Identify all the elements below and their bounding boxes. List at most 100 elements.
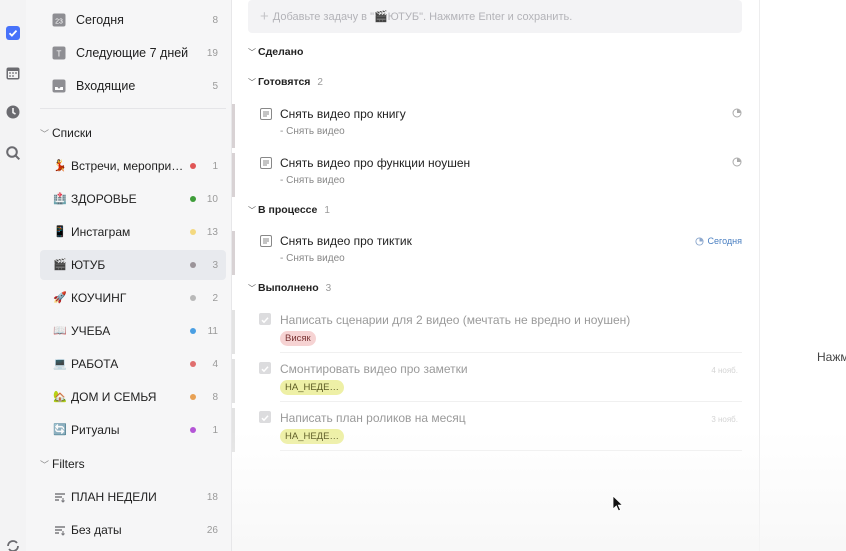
- section-completed-header[interactable]: ﹀ Выполнено 3: [248, 280, 331, 296]
- filters-header[interactable]: ﹀ Filters: [40, 454, 85, 474]
- sidebar-item-label: КОУЧИНГ: [71, 291, 127, 305]
- task-separator: [280, 450, 742, 451]
- filter-icon: [55, 526, 65, 536]
- task-item[interactable]: Смонтировать видео про заметки 4 нояб. Н…: [232, 359, 742, 403]
- sidebar-list-meetings[interactable]: 💃 Встречи, мероприят… 1: [40, 151, 226, 181]
- section-preparing-header[interactable]: ﹀ Готовятся 2: [248, 74, 323, 90]
- sidebar-item-inbox[interactable]: Входящие 5: [40, 71, 226, 101]
- sidebar-item-label: Без даты: [71, 523, 122, 537]
- svg-text:23: 23: [55, 19, 63, 26]
- progress-pie-icon: [732, 157, 742, 167]
- task-tag[interactable]: НА_НЕДЕ…: [280, 429, 344, 444]
- house-emoji-icon: 🏡: [53, 391, 67, 403]
- task-item[interactable]: Написать план роликов на месяц 3 нояб. Н…: [232, 408, 742, 452]
- section-label: Готовятся: [258, 76, 311, 88]
- icon-rail: [0, 0, 26, 551]
- sidebar-item-count: 19: [206, 47, 218, 59]
- sidebar-item-today[interactable]: 23 Сегодня 8: [40, 5, 226, 35]
- task-due-date[interactable]: Сегодня: [694, 236, 743, 246]
- sidebar-item-count: 1: [212, 424, 218, 436]
- task-tag[interactable]: Висяк: [280, 331, 316, 346]
- sidebar-item-next-7-days[interactable]: T Следующие 7 дней 19: [40, 38, 226, 68]
- hospital-emoji-icon: 🏥: [53, 193, 67, 205]
- section-done-header[interactable]: ﹀ Сделано: [248, 44, 303, 60]
- task-drag-handle[interactable]: [232, 408, 235, 452]
- checked-checkbox[interactable]: [259, 362, 271, 374]
- section-label: Сделано: [258, 46, 304, 58]
- svg-text:T: T: [57, 50, 62, 59]
- checked-checkbox[interactable]: [259, 313, 271, 325]
- lists-header[interactable]: ﹀ Списки: [40, 123, 92, 143]
- laptop-emoji-icon: 💻: [53, 358, 67, 370]
- sidebar-list-health[interactable]: 🏥 ЗДОРОВЬЕ 10: [40, 184, 226, 214]
- sidebar-item-count: 8: [212, 14, 218, 26]
- sidebar-item-label: ЗДОРОВЬЕ: [71, 192, 137, 206]
- sidebar-list-instagram[interactable]: 📱 Инстаграм 13: [40, 217, 226, 247]
- task-separator: [280, 352, 742, 353]
- task-title: Написать сценарии для 2 видео (мечтать н…: [280, 313, 631, 327]
- section-label: Выполнено: [258, 282, 319, 294]
- sidebar-filter-week-plan[interactable]: ПЛАН НЕДЕЛИ 18: [40, 482, 226, 512]
- section-label: В процессе: [258, 204, 318, 216]
- plus-icon: +: [260, 8, 269, 25]
- tasks-checkbox-icon[interactable]: [5, 25, 21, 41]
- calendar-day-icon: 23: [52, 13, 66, 27]
- sidebar-list-rituals[interactable]: 🔄 Ритуалы 1: [40, 415, 226, 445]
- sidebar-filter-no-date[interactable]: Без даты 26: [40, 515, 226, 545]
- due-label: Сегодня: [707, 236, 743, 246]
- sidebar-item-count: 26: [206, 524, 218, 536]
- chevron-down-icon: ﹀: [248, 47, 256, 57]
- task-item[interactable]: Написать сценарии для 2 видео (мечтать н…: [232, 310, 742, 354]
- task-parent: - Снять видео: [280, 253, 345, 264]
- sync-icon[interactable]: [5, 538, 21, 551]
- section-count: 2: [317, 76, 323, 88]
- repeat-emoji-icon: 🔄: [53, 424, 67, 436]
- task-item[interactable]: Снять видео про книгу - Снять видео: [232, 104, 742, 148]
- clapper-emoji-icon: 🎬: [53, 259, 67, 271]
- sidebar-item-count: 10: [206, 193, 218, 205]
- sidebar-item-count: 5: [212, 80, 218, 92]
- task-item[interactable]: Снять видео про тиктик - Снять видео Сег…: [232, 231, 743, 275]
- sidebar-list-youtube[interactable]: 🎬 ЮТУБ 3: [40, 250, 226, 280]
- progress-pie-icon: [694, 236, 704, 246]
- task-title: Снять видео про тиктик: [280, 234, 412, 248]
- task-list-pane: + Добавьте задачу в "🎬ЮТУБ". Нажмите Ent…: [232, 0, 760, 551]
- task-date: 4 нояб.: [711, 366, 738, 375]
- calendar-icon[interactable]: [5, 65, 21, 81]
- search-icon[interactable]: [5, 145, 21, 161]
- lists-header-label: Списки: [52, 126, 92, 140]
- sidebar-divider: [40, 108, 226, 109]
- section-in-progress-header[interactable]: ﹀ В процессе 1: [248, 202, 330, 218]
- sidebar-list-coaching[interactable]: 🚀 КОУЧИНГ 2: [40, 283, 226, 313]
- task-tag[interactable]: НА_НЕДЕ…: [280, 380, 344, 395]
- note-task-icon[interactable]: [260, 157, 272, 169]
- book-emoji-icon: 📖: [53, 325, 67, 337]
- sidebar-item-label: Входящие: [76, 79, 136, 93]
- task-detail-pane: [761, 0, 846, 551]
- task-drag-handle[interactable]: [232, 104, 235, 148]
- sidebar-item-label: Сегодня: [76, 13, 124, 27]
- sidebar-list-home-family[interactable]: 🏡 ДОМ И СЕМЬЯ 8: [40, 382, 226, 412]
- sidebar-item-label: ДОМ И СЕМЬЯ: [71, 390, 157, 404]
- sidebar-list-study[interactable]: 📖 УЧЕБА 11: [40, 316, 226, 346]
- note-task-icon[interactable]: [260, 235, 272, 247]
- sidebar-list-work[interactable]: 💻 РАБОТА 4: [40, 349, 226, 379]
- sidebar-item-count: 8: [212, 391, 218, 403]
- task-drag-handle[interactable]: [232, 231, 235, 275]
- task-drag-handle[interactable]: [232, 310, 235, 354]
- checked-checkbox[interactable]: [259, 411, 271, 423]
- sidebar-item-count: 1: [212, 160, 218, 172]
- sidebar-item-count: 11: [207, 325, 218, 337]
- chevron-down-icon: ﹀: [248, 77, 256, 87]
- sidebar-item-label: Следующие 7 дней: [76, 46, 189, 60]
- sidebar-item-label: Встречи, мероприят…: [71, 159, 184, 173]
- sidebar-item-label: РАБОТА: [71, 357, 119, 371]
- note-task-icon[interactable]: [260, 108, 272, 120]
- task-drag-handle[interactable]: [232, 359, 235, 403]
- chevron-down-icon: ﹀: [40, 459, 50, 470]
- detail-hint-text: Нажм: [817, 350, 846, 364]
- task-item[interactable]: Снять видео про функции ноушен - Снять в…: [232, 153, 742, 197]
- add-task-input[interactable]: + Добавьте задачу в "🎬ЮТУБ". Нажмите Ent…: [248, 0, 742, 33]
- pomodoro-clock-icon[interactable]: [5, 104, 21, 120]
- task-drag-handle[interactable]: [232, 153, 235, 197]
